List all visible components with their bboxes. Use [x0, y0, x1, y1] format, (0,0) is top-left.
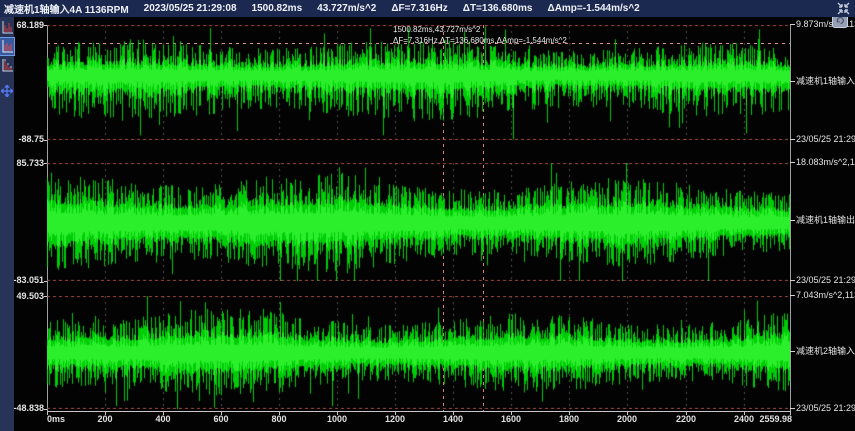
waveform-canvas-panel3[interactable]	[47, 296, 790, 409]
vibration-analyzer-window: 减速机1轴输入4A 1136RPM 2023/05/25 21:29:08 15…	[0, 0, 855, 431]
collapse-window-icon[interactable]	[837, 2, 850, 15]
panel-channel-label-3: 减速机2轴输入6V	[790, 347, 855, 356]
tool-pan[interactable]	[0, 82, 14, 99]
x-tick-label: 2200	[676, 415, 696, 424]
collapse-arrows-icon	[837, 2, 850, 15]
cursor-amplitude-label: 43.727m/s^2	[317, 3, 376, 14]
status-bar: 减速机1轴输入4A 1136RPM 2023/05/25 21:29:08 15…	[0, 0, 855, 17]
waveform-canvas-panel2[interactable]	[47, 163, 790, 281]
panel-channel-label-1: 减速机1轴输入4A	[790, 77, 855, 86]
y-axis-tick	[44, 281, 47, 282]
x-tick-label: 1200	[385, 415, 405, 424]
x-tick-label: 400	[155, 415, 170, 424]
panel-timestamp-label-1: 23/05/25 21:29:08	[790, 135, 855, 144]
x-tick-label: 200	[97, 415, 112, 424]
x-tick-label: 1000	[327, 415, 347, 424]
pan-move-icon	[1, 85, 13, 97]
panel-corner-button-icon	[836, 16, 845, 25]
delta-frequency-label: ΔF=7.316Hz	[391, 3, 447, 14]
y-axis-tick	[44, 296, 47, 297]
panel-timestamp-label-2: 23/05/25 21:29:08	[790, 276, 855, 285]
cursor-annotation-line2: ΔF=7.316Hz,ΔT=136.680ms,ΔAmp=-1.544m/s^2	[393, 35, 567, 46]
delta-amplitude-label: ΔAmp=-1.544m/s^2	[548, 3, 640, 14]
datetime-label: 2023/05/25 21:29:08	[144, 3, 237, 14]
panel-timestamp-label-3: 23/05/25 21:29:08	[790, 404, 855, 413]
y-axis-tick	[44, 140, 47, 141]
y-axis-tick	[44, 163, 47, 164]
tool-time-waveform[interactable]	[0, 19, 14, 36]
y-axis-tick	[44, 25, 47, 26]
tool-sidebar	[0, 17, 14, 431]
tool-spectrum[interactable]	[0, 57, 14, 74]
panel-info-label-3: 7.043m/s^2,1136RPM	[790, 291, 855, 300]
waveform-cursor-icon	[2, 40, 13, 53]
panel-info-label-2: 18.083m/s^2,1136RPM	[790, 158, 855, 167]
tool-waveform-cursor[interactable]	[0, 38, 14, 55]
x-axis-line	[47, 411, 791, 412]
x-tick-label: 2000	[617, 415, 637, 424]
channel-rpm-label: 减速机1轴输入4A 1136RPM	[4, 1, 129, 16]
cursor-annotation: 1500.82ms,43.727m/s^2 ΔF=7.316Hz,ΔT=136.…	[393, 24, 567, 46]
x-tick-label: 0ms	[47, 415, 65, 424]
x-tick-label: 1800	[559, 415, 579, 424]
time-waveform-icon	[2, 21, 13, 34]
delta-time-label: ΔT=136.680ms	[463, 3, 533, 14]
x-tick-label: 600	[213, 415, 228, 424]
x-tick-label: 1600	[501, 415, 521, 424]
x-tick-label: 2559.98	[759, 415, 792, 424]
panel-channel-label-2: 减速机1轴输出5H	[790, 216, 855, 225]
x-tick-label: 800	[271, 415, 286, 424]
cursor-annotation-line1: 1500.82ms,43.727m/s^2	[393, 24, 567, 35]
x-tick-label: 1400	[443, 415, 463, 424]
cursor-time-label: 1500.82ms	[252, 3, 303, 14]
x-tick-label: 2400	[734, 415, 754, 424]
spectrum-icon	[2, 59, 13, 72]
y-axis-tick	[44, 409, 47, 410]
